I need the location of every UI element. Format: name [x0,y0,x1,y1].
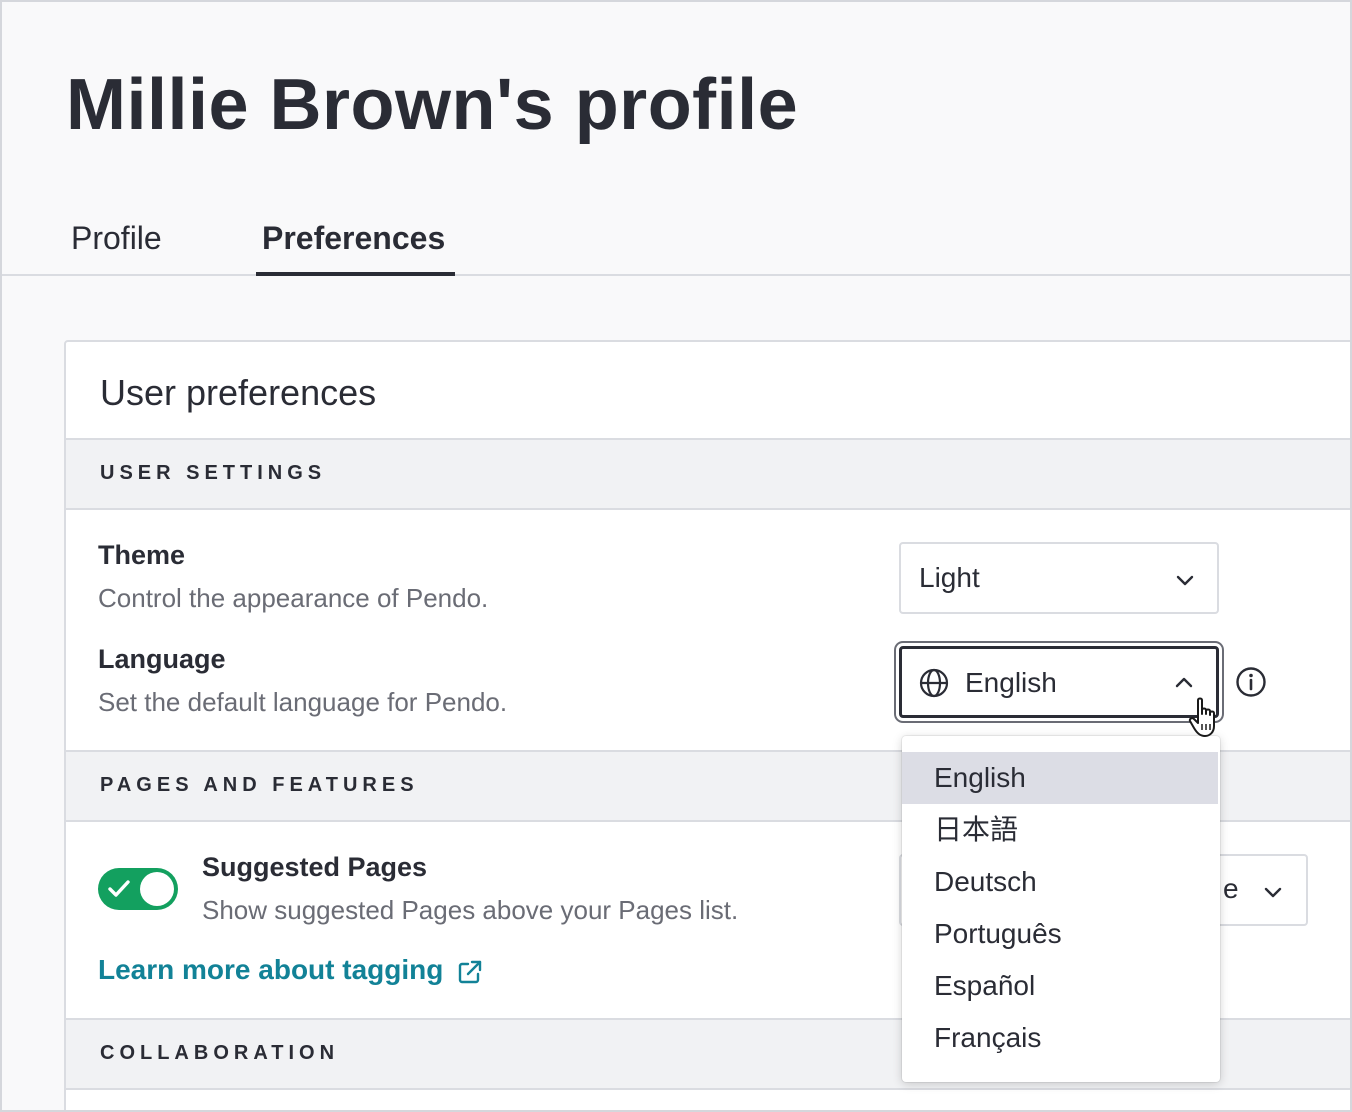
card-title: User preferences [100,372,377,413]
language-option-portuguese[interactable]: Português [902,908,1218,960]
tab-profile[interactable]: Profile [71,220,162,257]
theme-select-value: Light [919,562,980,593]
language-select[interactable]: English [899,646,1219,718]
theme-description: Control the appearance of Pendo. [98,583,489,613]
tab-bar: Profile Preferences [0,200,1352,276]
learn-more-tagging-link[interactable]: Learn more about tagging [98,954,443,986]
theme-select[interactable]: Light [899,542,1219,614]
section-header-user-settings: USER SETTINGS [66,438,1352,510]
tab-preferences[interactable]: Preferences [262,220,445,257]
language-title: Language [98,644,226,674]
section-label: COLLABORATION [100,1042,340,1064]
page-title: Millie Brown's profile [66,65,799,145]
info-icon[interactable] [1234,665,1268,699]
check-icon [108,880,130,897]
suggested-pages-select-value: e [1223,873,1239,904]
suggested-pages-description: Show suggested Pages above your Pages li… [202,895,739,925]
external-link-icon[interactable] [456,958,484,986]
language-option-spanish[interactable]: Español [902,960,1218,1012]
chevron-down-icon [1176,575,1194,586]
language-option-english[interactable]: English [902,752,1218,804]
suggested-pages-toggle[interactable] [98,868,178,910]
suggested-pages-title: Suggested Pages [202,852,428,882]
globe-icon [919,668,949,698]
toggle-knob [140,872,174,906]
hand-pointer-icon [1188,697,1215,737]
language-option-japanese[interactable]: 日本語 [902,804,1218,856]
language-dropdown-menu: English 日本語 Deutsch Português Español Fr… [902,736,1220,1082]
language-select-value: English [965,667,1057,698]
language-option-german[interactable]: Deutsch [902,856,1218,908]
language-option-french[interactable]: Français [902,1012,1218,1064]
chevron-down-icon [1264,887,1282,898]
section-label: PAGES AND FEATURES [100,774,419,796]
theme-title: Theme [98,540,186,570]
language-description: Set the default language for Pendo. [98,687,508,717]
active-tab-indicator [256,272,455,276]
section-label: USER SETTINGS [100,462,327,484]
chevron-up-icon [1175,677,1193,688]
